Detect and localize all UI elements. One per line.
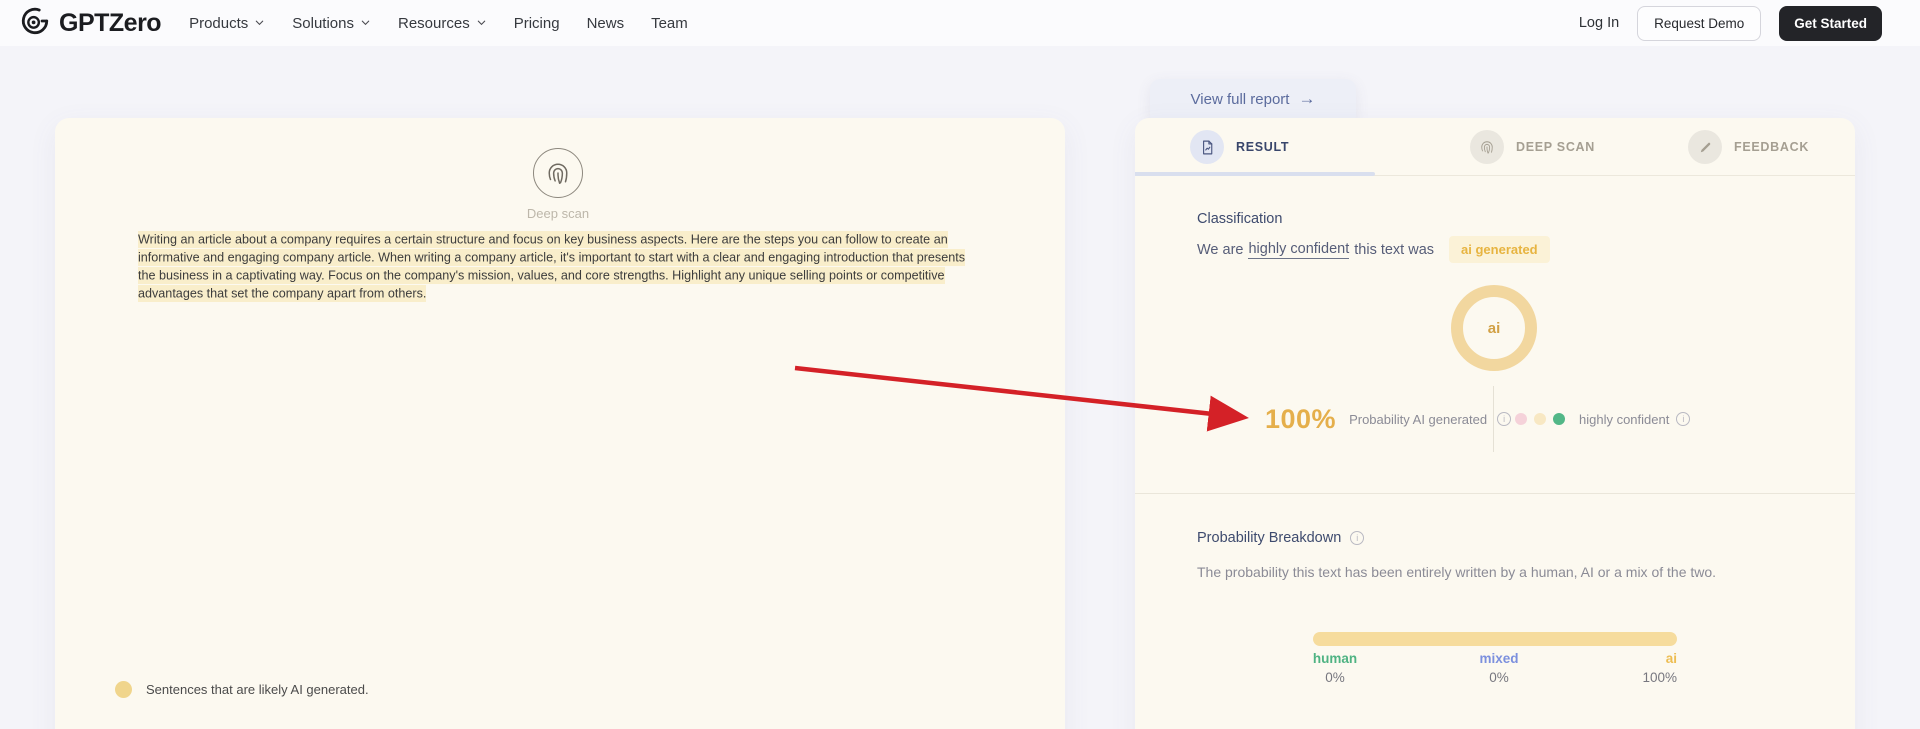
- ai-highlighted-sentences: Writing an article about a company requi…: [138, 230, 966, 303]
- probability-label: Probability AI generated: [1349, 411, 1488, 427]
- report-tabbar: RESULT DEEP SCAN FEEDBACK: [1135, 118, 1855, 176]
- legend-text: Sentences that are likely AI generated.: [146, 682, 369, 697]
- main-nav: Products Solutions Resources Pricing New…: [189, 15, 688, 32]
- view-full-report-label: View full report: [1190, 90, 1290, 108]
- active-tab-underline: [1135, 172, 1375, 176]
- info-icon[interactable]: i: [1676, 412, 1691, 426]
- probability-breakdown-header: Probability Breakdown i: [1197, 530, 1365, 546]
- tab-result[interactable]: RESULT: [1190, 130, 1289, 164]
- nav-item-news[interactable]: News: [587, 15, 625, 32]
- document-icon: [1190, 130, 1224, 164]
- info-icon[interactable]: i: [1497, 412, 1512, 426]
- top-navbar: GPTZero Products Solutions Resources Pri…: [0, 0, 1920, 46]
- confidence-dot-high-icon: [1553, 413, 1565, 425]
- probability-breakdown-description: The probability this text has been entir…: [1197, 564, 1717, 580]
- ai-generated-badge: ai generated: [1449, 236, 1550, 263]
- deep-scan-fingerprint-icon: [533, 148, 583, 198]
- gptzero-logo[interactable]: GPTZero: [20, 6, 162, 41]
- gptzero-logo-icon: [20, 6, 50, 41]
- breakdown-value: 100%: [1642, 670, 1677, 685]
- donut-center-label: ai: [1487, 319, 1501, 337]
- nav-item-label: Team: [651, 14, 688, 32]
- get-started-button[interactable]: Get Started: [1779, 5, 1882, 41]
- breakdown-label: ai: [1665, 651, 1677, 666]
- confidence-label: highly confident: [1579, 411, 1670, 427]
- fingerprint-icon: [1470, 130, 1504, 164]
- tab-deep-scan[interactable]: DEEP SCAN: [1470, 130, 1595, 164]
- confidence-stat: highly confident i: [1515, 402, 1691, 436]
- tab-deep-scan-label: DEEP SCAN: [1516, 140, 1596, 154]
- pencil-icon: [1688, 130, 1722, 164]
- breakdown-label: human: [1312, 651, 1358, 666]
- chevron-down-icon: [254, 15, 265, 32]
- nav-item-label: Pricing: [513, 14, 560, 32]
- nav-item-label: News: [586, 14, 625, 32]
- highlight-legend: Sentences that are likely AI generated.: [115, 681, 369, 698]
- tab-feedback[interactable]: FEEDBACK: [1688, 130, 1809, 164]
- chevron-down-icon: [476, 15, 487, 32]
- classification-title: Classification: [1197, 211, 1283, 227]
- request-demo-button[interactable]: Request Demo: [1637, 5, 1762, 41]
- tab-feedback-label: FEEDBACK: [1734, 140, 1810, 154]
- scanned-text: Writing an article about a company requi…: [138, 230, 976, 303]
- login-link[interactable]: Log In: [1579, 15, 1619, 31]
- nav-item-label: Products: [189, 14, 249, 32]
- confidence-term[interactable]: highly confident: [1248, 241, 1350, 259]
- confidence-dot-low-icon: [1515, 413, 1527, 425]
- nav-item-products[interactable]: Products: [189, 15, 265, 32]
- ai-legend-dot-icon: [115, 681, 132, 698]
- info-icon[interactable]: i: [1350, 531, 1365, 545]
- arrow-right-icon: →: [1298, 89, 1316, 108]
- nav-item-team[interactable]: Team: [651, 15, 688, 32]
- scanned-document-panel: Deep scan Writing an article about a com…: [55, 118, 1065, 729]
- nav-item-label: Solutions: [292, 14, 354, 32]
- gptzero-app: GPTZero Products Solutions Resources Pri…: [0, 0, 1920, 729]
- sentence-prefix: We are: [1197, 241, 1244, 258]
- breakdown-value: 0%: [1325, 670, 1345, 685]
- confidence-dot-medium-icon: [1534, 413, 1546, 425]
- stats-divider: [1493, 386, 1494, 452]
- detection-report-panel: RESULT DEEP SCAN FEEDBACK Classification…: [1135, 118, 1855, 729]
- probability-stat: 100% Probability AI generated i: [1265, 402, 1512, 436]
- section-divider: [1135, 493, 1855, 494]
- brand-name: GPTZero: [59, 8, 162, 37]
- breakdown-label: mixed: [1479, 651, 1519, 666]
- navbar-actions: Log In Request Demo Get Started: [1579, 5, 1920, 41]
- probability-breakdown-bar: [1313, 632, 1677, 646]
- breakdown-value: 0%: [1489, 670, 1509, 685]
- ai-probability-donut: ai: [1451, 285, 1537, 371]
- probability-value: 100%: [1265, 403, 1337, 434]
- nav-item-pricing[interactable]: Pricing: [514, 15, 560, 32]
- breakdown-column-ai: ai 100%: [1631, 651, 1677, 685]
- nav-item-label: Resources: [398, 14, 470, 32]
- breakdown-column-mixed: mixed 0%: [1469, 651, 1529, 685]
- chevron-down-icon: [360, 15, 371, 32]
- classification-sentence: We are highly confident this text was ai…: [1197, 236, 1550, 263]
- breakdown-column-human: human 0%: [1305, 651, 1365, 685]
- deep-scan-label: Deep scan: [526, 206, 590, 221]
- probability-breakdown-title: Probability Breakdown: [1197, 530, 1342, 546]
- tab-result-label: RESULT: [1236, 140, 1290, 154]
- nav-item-resources[interactable]: Resources: [398, 15, 487, 32]
- sentence-suffix: this text was: [1354, 241, 1435, 258]
- nav-item-solutions[interactable]: Solutions: [292, 15, 371, 32]
